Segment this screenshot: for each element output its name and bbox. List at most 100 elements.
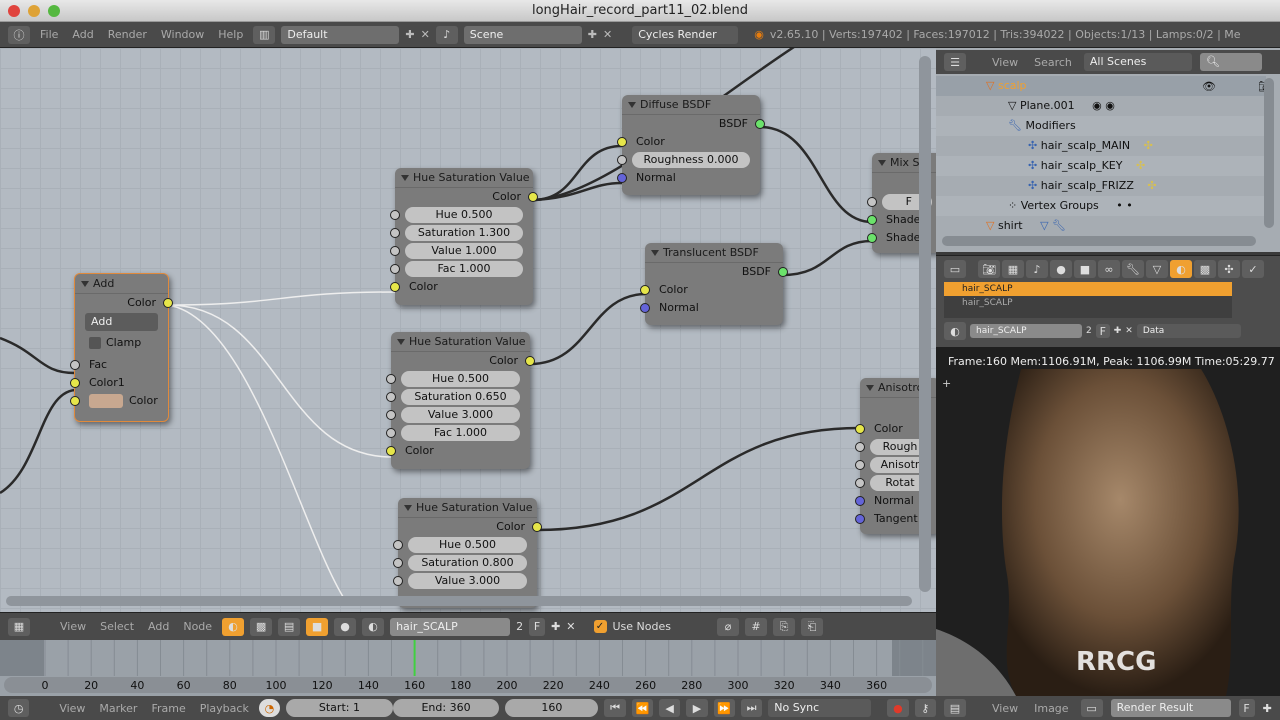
image-browse-icon[interactable]: ▭	[1080, 699, 1103, 717]
menu-frame[interactable]: Frame	[147, 702, 189, 715]
material-slot-2[interactable]: hair_SCALP	[944, 296, 1232, 310]
input-socket[interactable]	[70, 396, 80, 406]
constraints-tab-icon[interactable]: ∞	[1098, 260, 1120, 278]
use-nodes-checkbox[interactable]: ✓	[593, 620, 607, 633]
saturation-field[interactable]: Saturation 0.650	[401, 389, 520, 405]
output-socket[interactable]	[163, 298, 173, 308]
add-material-button[interactable]: ✚	[1114, 326, 1122, 336]
hue-saturation-node-1[interactable]: Hue Saturation Value Color Hue 0.500 Sat…	[390, 168, 538, 305]
outliner-horizontal-scrollbar[interactable]	[942, 236, 1256, 246]
unlink-material-button[interactable]: ✕	[566, 620, 575, 633]
data-tab-icon[interactable]: ▽	[1146, 260, 1168, 278]
jump-start-icon[interactable]: ⏮	[604, 699, 626, 717]
outliner-item-scalp[interactable]: ▽ scalp	[936, 76, 1266, 96]
input-socket[interactable]	[617, 137, 627, 147]
input-socket[interactable]	[640, 303, 650, 313]
saturation-field[interactable]: Saturation 0.800	[408, 555, 527, 571]
menu-select[interactable]: Select	[96, 620, 138, 633]
render-engine-select[interactable]: Cycles Render	[632, 25, 739, 44]
input-socket[interactable]	[867, 197, 877, 207]
hue-saturation-node-3[interactable]: Hue Saturation Value Color Hue 0.500 Sat…	[393, 498, 542, 608]
input-socket[interactable]	[390, 228, 400, 238]
outliner-item-hair-frizz[interactable]: ✣ hair_scalp_FRIZZ ✣	[936, 176, 1266, 196]
play-icon[interactable]: ▶	[686, 699, 708, 717]
menu-search[interactable]: Search	[1030, 56, 1076, 69]
node-title[interactable]: Add	[75, 274, 168, 294]
menu-image[interactable]: Image	[1030, 702, 1072, 715]
menu-view[interactable]: View	[988, 702, 1022, 715]
output-socket[interactable]	[525, 356, 535, 366]
material-users-count[interactable]: 2	[516, 620, 523, 633]
end-frame-field[interactable]: End: 360	[392, 699, 500, 717]
menu-add[interactable]: Add	[144, 620, 173, 633]
add-layout-button[interactable]: ✚	[405, 28, 414, 41]
texture-tab-icon[interactable]: ▩	[1194, 260, 1216, 278]
menu-add[interactable]: Add	[68, 28, 97, 41]
jump-keyframe-back-icon[interactable]: ⏪	[631, 699, 653, 717]
menu-marker[interactable]: Marker	[95, 702, 141, 715]
menu-window[interactable]: Window	[157, 28, 208, 41]
image-editor[interactable]: Frame:160 Mem:1106.91M, Peak: 1106.99M T…	[936, 347, 1280, 696]
menu-view[interactable]: View	[55, 702, 89, 715]
render-layers-tab-icon[interactable]: ▦	[1002, 260, 1024, 278]
modifiers-tab-icon[interactable]: 🔧︎	[1122, 260, 1144, 278]
input-socket[interactable]	[386, 410, 396, 420]
jump-end-icon[interactable]: ⏭	[740, 699, 763, 717]
value-field[interactable]: Value 3.000	[401, 407, 520, 423]
material-browse-icon[interactable]: ◐	[362, 617, 385, 636]
timeline-canvas[interactable]: 0 20 40 60 80 100 120 140 160 180 200 220 240 260 280 3…	[0, 640, 936, 696]
material-users-count[interactable]: 2	[1086, 326, 1092, 336]
output-socket[interactable]	[755, 119, 765, 129]
add-scene-button[interactable]: ✚	[588, 28, 597, 41]
hue-field[interactable]: Hue 0.500	[401, 371, 520, 387]
play-reverse-icon[interactable]: ◀	[658, 699, 681, 717]
menu-render[interactable]: Render	[104, 28, 151, 41]
outliner[interactable]: ▽ scalp ▽ Plane.001 ◉ ◉ 🔧︎ Modifiers ✣ h…	[936, 48, 1280, 252]
outliner-item-shirt[interactable]: ▽ shirt ▽ 🔧︎	[936, 216, 1266, 236]
input-socket[interactable]	[70, 360, 80, 370]
value-field[interactable]: Value 1.000	[405, 243, 523, 259]
visibility-eye-icon[interactable]: 👁︎	[1202, 80, 1216, 93]
input-socket[interactable]	[390, 282, 400, 292]
value-field[interactable]: Value 3.000	[408, 573, 527, 589]
world-shader-icon[interactable]: ●	[334, 617, 357, 636]
current-frame-field[interactable]: 160	[505, 699, 599, 717]
hue-saturation-node-2[interactable]: Hue Saturation Value Color Hue 0.500 Sat…	[386, 332, 535, 469]
color-swatch[interactable]	[89, 394, 123, 408]
copy-nodes-icon[interactable]: ⎘	[773, 617, 795, 636]
editor-type-icon[interactable]: ▦	[8, 617, 30, 636]
node-title[interactable]: Hue Saturation Value	[391, 332, 530, 352]
output-socket[interactable]	[528, 192, 538, 202]
fake-user-button[interactable]: F	[1238, 699, 1255, 717]
info-editor-type-icon[interactable]: ⓘ	[8, 25, 30, 44]
jump-keyframe-forward-icon[interactable]: ⏩	[713, 699, 735, 717]
material-name-field[interactable]: hair_SCALP	[390, 617, 511, 636]
menu-help[interactable]: Help	[214, 28, 247, 41]
input-socket[interactable]	[855, 424, 865, 434]
input-socket[interactable]	[855, 478, 865, 488]
translucent-bsdf-node[interactable]: Translucent BSDF BSDF Color Normal	[640, 243, 788, 325]
menu-view[interactable]: View	[56, 620, 90, 633]
menu-node[interactable]: Node	[179, 620, 216, 633]
diffuse-bsdf-node[interactable]: Diffuse BSDF BSDF Color Roughness 0.000 …	[617, 95, 765, 195]
input-socket[interactable]	[390, 246, 400, 256]
scene-tab-icon[interactable]: ♪	[1026, 260, 1048, 278]
snap-element-icon[interactable]: #	[745, 617, 767, 636]
remove-layout-button[interactable]: ✕	[421, 28, 430, 41]
paste-nodes-icon[interactable]: ⎗	[801, 617, 823, 636]
input-socket[interactable]	[393, 576, 403, 586]
start-frame-field[interactable]: Start: 1	[286, 699, 393, 717]
zoom-window-button[interactable]	[48, 5, 60, 17]
outliner-item-hair-key[interactable]: ✣ hair_scalp_KEY ✣	[936, 156, 1266, 176]
outliner-item-vertex-groups[interactable]: ⁘ Vertex Groups • •	[936, 196, 1266, 216]
input-socket[interactable]	[393, 558, 403, 568]
compositing-nodes-icon[interactable]: ▤	[278, 617, 301, 636]
material-slot-1[interactable]: hair_SCALP	[944, 282, 1232, 296]
saturation-field[interactable]: Saturation 1.300	[405, 225, 523, 241]
node-editor[interactable]: Add Color Add Clamp Fac Color1 Color Hue…	[0, 48, 936, 612]
input-socket[interactable]	[386, 428, 396, 438]
fac-field[interactable]: Fac 1.000	[401, 425, 520, 441]
input-socket[interactable]	[855, 496, 865, 506]
node-title[interactable]: Hue Saturation Value	[395, 168, 533, 188]
material-slot-list[interactable]: hair_SCALP hair_SCALP	[944, 282, 1232, 318]
